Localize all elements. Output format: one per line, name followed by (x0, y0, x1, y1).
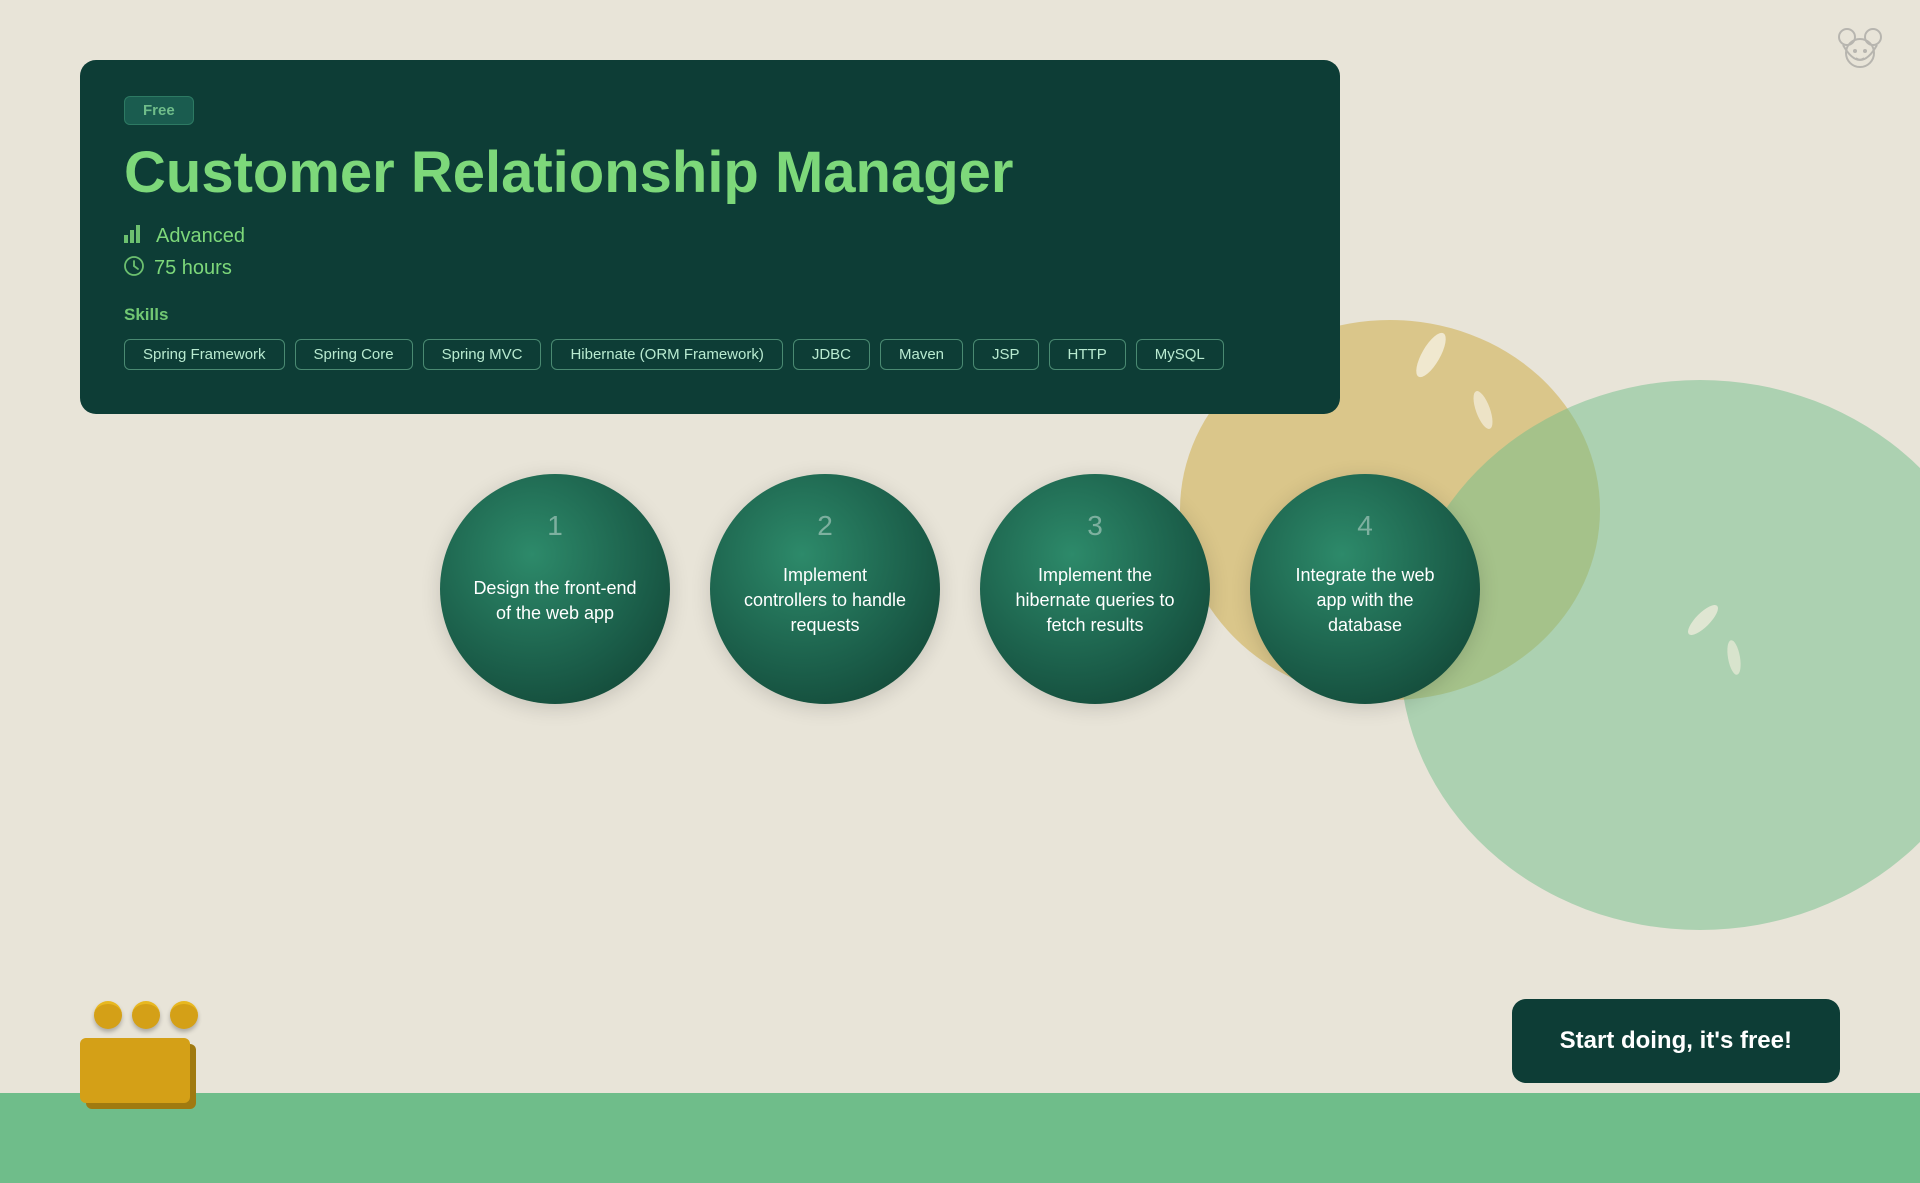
skill-tag: HTTP (1049, 339, 1126, 370)
stud-2 (132, 1001, 160, 1029)
skill-tag: JDBC (793, 339, 870, 370)
skill-tag: Hibernate (ORM Framework) (551, 339, 782, 370)
step-number-4: 4 (1357, 510, 1373, 542)
free-badge: Free (124, 96, 194, 125)
skill-tag: MySQL (1136, 339, 1224, 370)
stud-3 (170, 1001, 198, 1029)
level-meta: Advanced (124, 225, 1296, 248)
skill-tag: Maven (880, 339, 963, 370)
steps-section: 1 Design the front-end of the web app 2 Imp… (80, 474, 1840, 704)
skills-label: Skills (124, 305, 1296, 325)
brick-studs (94, 1001, 198, 1029)
brick-body (80, 1038, 190, 1103)
skill-tag: JSP (973, 339, 1039, 370)
step-circle-4: 4 Integrate the web app with the database (1250, 474, 1480, 704)
step-number-2: 2 (817, 510, 833, 542)
bg-shape-green-bottom (0, 1093, 1920, 1183)
lego-brick (80, 1013, 200, 1103)
clock-icon (124, 256, 144, 281)
duration-meta: 75 hours (124, 256, 1296, 281)
page-wrapper: Free Customer Relationship Manager Advan… (0, 0, 1920, 1183)
step-text-2: Implement controllers to handle requests (740, 563, 910, 639)
course-meta: Advanced 75 hours (124, 225, 1296, 281)
bar-chart-icon (124, 225, 146, 248)
step-text-1: Design the front-end of the web app (470, 576, 640, 626)
step-number-1: 1 (547, 510, 563, 542)
step-circle-3: 3 Implement the hibernate queries to fetc… (980, 474, 1210, 704)
skill-tag: Spring Core (295, 339, 413, 370)
main-content: Free Customer Relationship Manager Advan… (80, 60, 1840, 704)
step-text-4: Integrate the web app with the database (1280, 563, 1450, 639)
skill-tag: Spring Framework (124, 339, 285, 370)
start-button[interactable]: Start doing, it's free! (1512, 999, 1840, 1083)
bear-icon (1835, 25, 1885, 80)
step-number-3: 3 (1087, 510, 1103, 542)
stud-1 (94, 1001, 122, 1029)
skill-tag: Spring MVC (423, 339, 542, 370)
step-text-3: Implement the hibernate queries to fetch… (1010, 563, 1180, 639)
step-circle-1: 1 Design the front-end of the web app (440, 474, 670, 704)
level-text: Advanced (156, 225, 245, 248)
course-card: Free Customer Relationship Manager Advan… (80, 60, 1340, 414)
step-circle-2: 2 Implement controllers to handle request… (710, 474, 940, 704)
course-title: Customer Relationship Manager (124, 141, 1296, 205)
skills-list: Spring Framework Spring Core Spring MVC Hib… (124, 339, 1296, 370)
duration-text: 75 hours (154, 257, 232, 280)
